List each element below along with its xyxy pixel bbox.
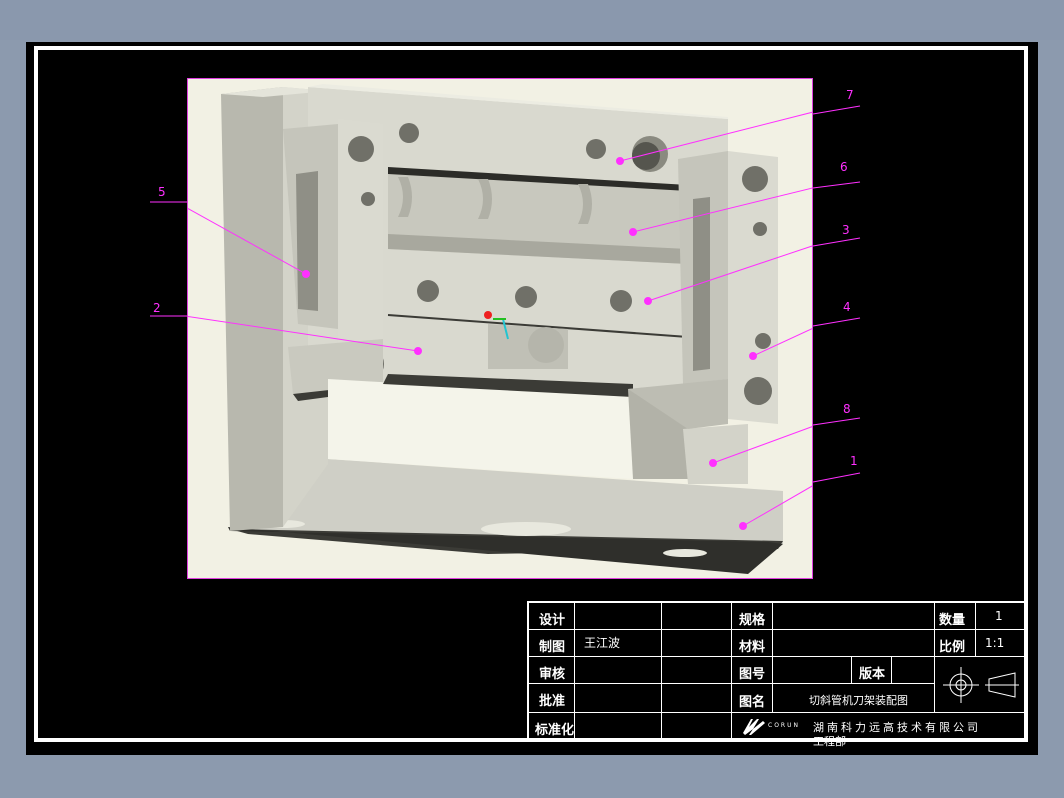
callout-6: 6 [840,160,848,174]
drawing-name-label: 图名 [739,695,766,710]
design-label: 设计 [539,613,566,628]
approve-label: 批准 [539,694,566,709]
drawing-no-label: 图号 [739,667,766,682]
title-block: 设计 制图 王江波 审核 批准 标准化 规格 材料 图号 版本 图名 切斜管机刀… [527,601,1026,748]
quantity-value: 1 [995,609,1003,623]
version-label: 版本 [859,667,886,682]
drawn-by-value: 王江波 [584,636,621,650]
callout-3: 3 [842,223,850,237]
check-label: 审核 [539,667,566,682]
spec-label: 规格 [739,613,766,628]
scale-value: 1:1 [985,636,1005,650]
callout-8: 8 [843,402,851,416]
drawing-name-value: 切斜管机刀架装配图 [809,694,908,707]
company-logo-icon [743,719,765,735]
quantity-label: 数量 [939,613,966,628]
callout-1: 1 [850,454,858,468]
scale-label: 比例 [939,640,966,655]
company-dept: 工程部 [813,735,846,748]
material-label: 材料 [739,640,766,655]
callout-5: 5 [158,185,166,199]
drawn-label: 制图 [539,640,566,655]
callout-2: 2 [153,301,161,315]
projection-symbol-icon [943,667,1019,703]
callout-7: 7 [846,88,854,102]
company-logo-text: CORUN [768,722,800,729]
callout-4: 4 [843,300,851,314]
standard-label: 标准化 [535,723,575,738]
